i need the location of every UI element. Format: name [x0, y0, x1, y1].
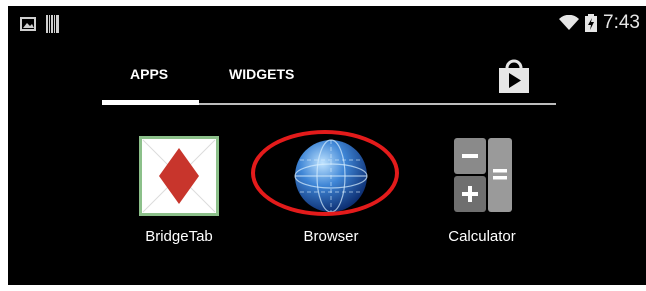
app-bridgetab[interactable]: BridgeTab: [119, 136, 239, 246]
tab-apps[interactable]: APPS: [130, 66, 168, 82]
highlight-circle-annotation: [251, 130, 399, 216]
battery-charging-icon: [585, 14, 598, 32]
system-icons: 7:43: [559, 13, 640, 33]
wifi-icon: [559, 15, 580, 30]
image-notification-icon: [20, 17, 36, 31]
bridgetab-icon: [139, 136, 219, 216]
app-label-bridgetab: BridgeTab: [145, 228, 213, 245]
app-label-browser: Browser: [303, 228, 359, 245]
barcode-notification-icon: [46, 15, 59, 33]
status-clock: 7:43: [603, 12, 640, 33]
tab-selected-indicator: [102, 100, 199, 105]
tab-widgets[interactable]: WIDGETS: [229, 66, 294, 82]
app-drawer-screen: 7:43 APPS WIDGETS BridgeTab Browser Calc…: [8, 6, 646, 285]
notification-icons: [20, 15, 60, 33]
calculator-icon: [454, 138, 512, 212]
app-label-calculator: Calculator: [448, 228, 516, 245]
status-bar: 7:43: [8, 6, 646, 40]
play-store-shopping-bag-icon[interactable]: [496, 59, 532, 93]
app-calculator[interactable]: Calculator: [422, 136, 542, 246]
